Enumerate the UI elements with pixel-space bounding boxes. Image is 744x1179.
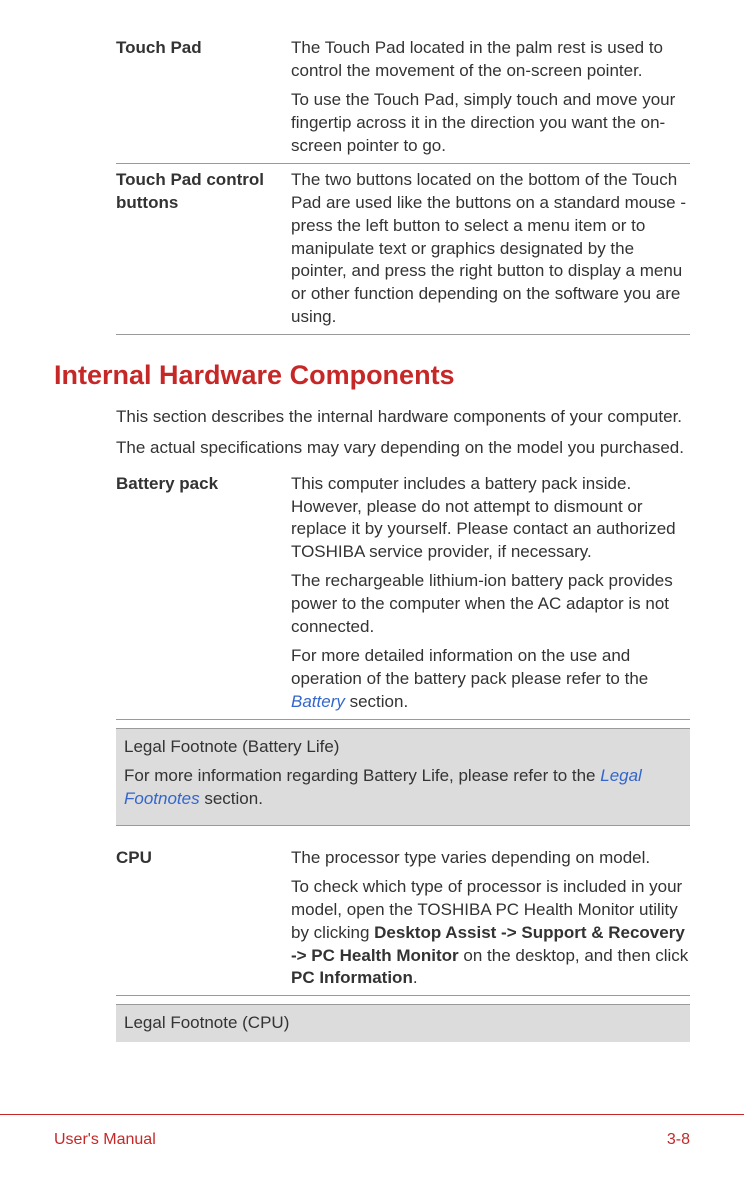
cpu-table: CPU The processor type varies depending … <box>116 842 690 997</box>
table-row: Touch Pad control buttons The two button… <box>116 163 690 335</box>
term-cpu: CPU <box>116 842 291 996</box>
touchpad-para-2: To use the Touch Pad, simply touch and m… <box>291 89 690 158</box>
desc-touchpad-buttons: The two buttons located on the bottom of… <box>291 163 690 335</box>
footer-page-number: 3-8 <box>667 1129 690 1151</box>
desc-touchpad: The Touch Pad located in the palm rest i… <box>291 32 690 163</box>
heading-internal-hardware: Internal Hardware Components <box>54 357 690 393</box>
desc-cpu: The processor type varies depending on m… <box>291 842 690 996</box>
battery-link[interactable]: Battery <box>291 692 345 711</box>
touchpad-buttons-para: The two buttons located on the bottom of… <box>291 169 690 330</box>
legal-battery-title: Legal Footnote (Battery Life) <box>124 736 682 759</box>
term-touchpad: Touch Pad <box>116 32 291 163</box>
table-row: CPU The processor type varies depending … <box>116 842 690 996</box>
battery-table: Battery pack This computer includes a ba… <box>116 468 690 720</box>
battery-para-2: The rechargeable lithium-ion battery pac… <box>291 570 690 639</box>
page-footer: User's Manual 3-8 <box>0 1114 744 1179</box>
term-touchpad-buttons: Touch Pad control buttons <box>116 163 291 335</box>
legal-footnote-cpu: Legal Footnote (CPU) <box>116 1004 690 1042</box>
touchpad-table: Touch Pad The Touch Pad located in the p… <box>116 32 690 335</box>
intro-para-2: The actual specifications may vary depen… <box>116 437 690 460</box>
intro-para-1: This section describes the internal hard… <box>116 406 690 429</box>
table-row: Touch Pad The Touch Pad located in the p… <box>116 32 690 163</box>
battery-para-1: This computer includes a battery pack in… <box>291 473 690 565</box>
term-battery: Battery pack <box>116 468 291 720</box>
legal-footnote-battery: Legal Footnote (Battery Life) For more i… <box>116 728 690 826</box>
bold-pcinfo: PC Information <box>291 968 413 987</box>
touchpad-para-1: The Touch Pad located in the palm rest i… <box>291 37 690 83</box>
footer-manual-title: User's Manual <box>54 1129 156 1151</box>
battery-para-3: For more detailed information on the use… <box>291 645 690 714</box>
table-row: Battery pack This computer includes a ba… <box>116 468 690 720</box>
cpu-para-2: To check which type of processor is incl… <box>291 876 690 991</box>
legal-battery-text: For more information regarding Battery L… <box>124 765 682 811</box>
desc-battery: This computer includes a battery pack in… <box>291 468 690 720</box>
legal-cpu-title: Legal Footnote (CPU) <box>124 1012 682 1035</box>
cpu-para-1: The processor type varies depending on m… <box>291 847 690 870</box>
